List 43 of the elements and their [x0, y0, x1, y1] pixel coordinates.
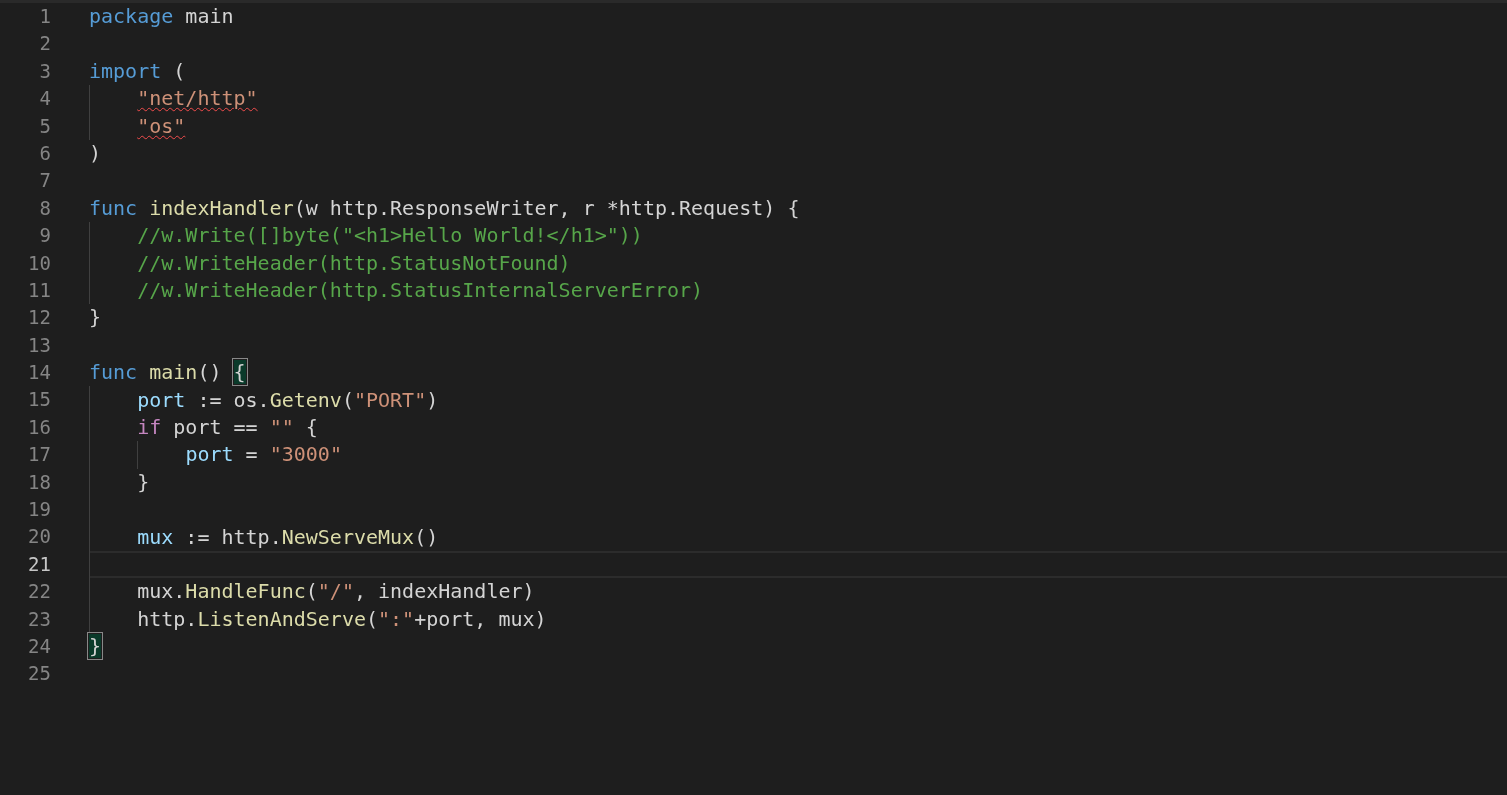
- code-line: "os": [137, 114, 186, 138]
- code-line: package main: [89, 5, 234, 29]
- line-number: 1: [39, 4, 51, 29]
- line-number: 25: [28, 661, 51, 687]
- line-number: 4: [39, 86, 51, 112]
- line-number: 7: [39, 168, 51, 194]
- line-number: 20: [28, 524, 51, 550]
- code-line: mux := http.NewServeMux(): [137, 525, 439, 549]
- line-number: 15: [28, 387, 51, 413]
- code-line: ): [89, 142, 102, 166]
- line-number: 19: [28, 497, 51, 523]
- code-line: if port == "" {: [137, 416, 318, 440]
- line-number: 13: [28, 332, 51, 358]
- line-number: 18: [28, 469, 51, 495]
- line-number: 21: [28, 551, 51, 577]
- line-number: 12: [28, 305, 51, 331]
- code-line: port := os.Getenv("PORT"): [137, 388, 439, 412]
- line-number: 17: [28, 442, 51, 468]
- line-number: 23: [28, 606, 51, 632]
- line-number: 24: [28, 634, 51, 659]
- code-line: //w.WriteHeader(http.StatusNotFound): [137, 251, 571, 275]
- code-line: func indexHandler(w http.ResponseWriter, r *http.Request) {: [89, 196, 800, 220]
- line-number: 2: [39, 31, 51, 57]
- line-number: 5: [39, 113, 51, 139]
- line-number: 3: [39, 58, 51, 84]
- line-number: 9: [39, 223, 51, 249]
- line-number: 16: [28, 414, 51, 440]
- line-number: 22: [28, 579, 51, 605]
- line-number: 8: [39, 195, 51, 221]
- code-line: //w.WriteHeader(http.StatusInternalServerError): [137, 279, 704, 303]
- line-number: 10: [28, 250, 51, 276]
- code-line: //w.Write([]byte("<h1>Hello World!</h1>")): [137, 224, 643, 248]
- code-line: "net/http": [137, 87, 258, 111]
- line-number: 11: [28, 277, 51, 303]
- line-number: 14: [28, 360, 51, 386]
- code-line: mux.HandleFunc("/", indexHandler): [137, 580, 535, 604]
- code-line: http.ListenAndServe(":"+port, mux): [137, 607, 547, 631]
- code-line: }: [89, 306, 102, 330]
- code-line: }: [137, 470, 150, 494]
- code-line: import (: [89, 59, 186, 83]
- code-line: port = "3000": [185, 443, 342, 467]
- code-line: func main() {: [89, 361, 246, 385]
- line-number: 6: [39, 140, 51, 166]
